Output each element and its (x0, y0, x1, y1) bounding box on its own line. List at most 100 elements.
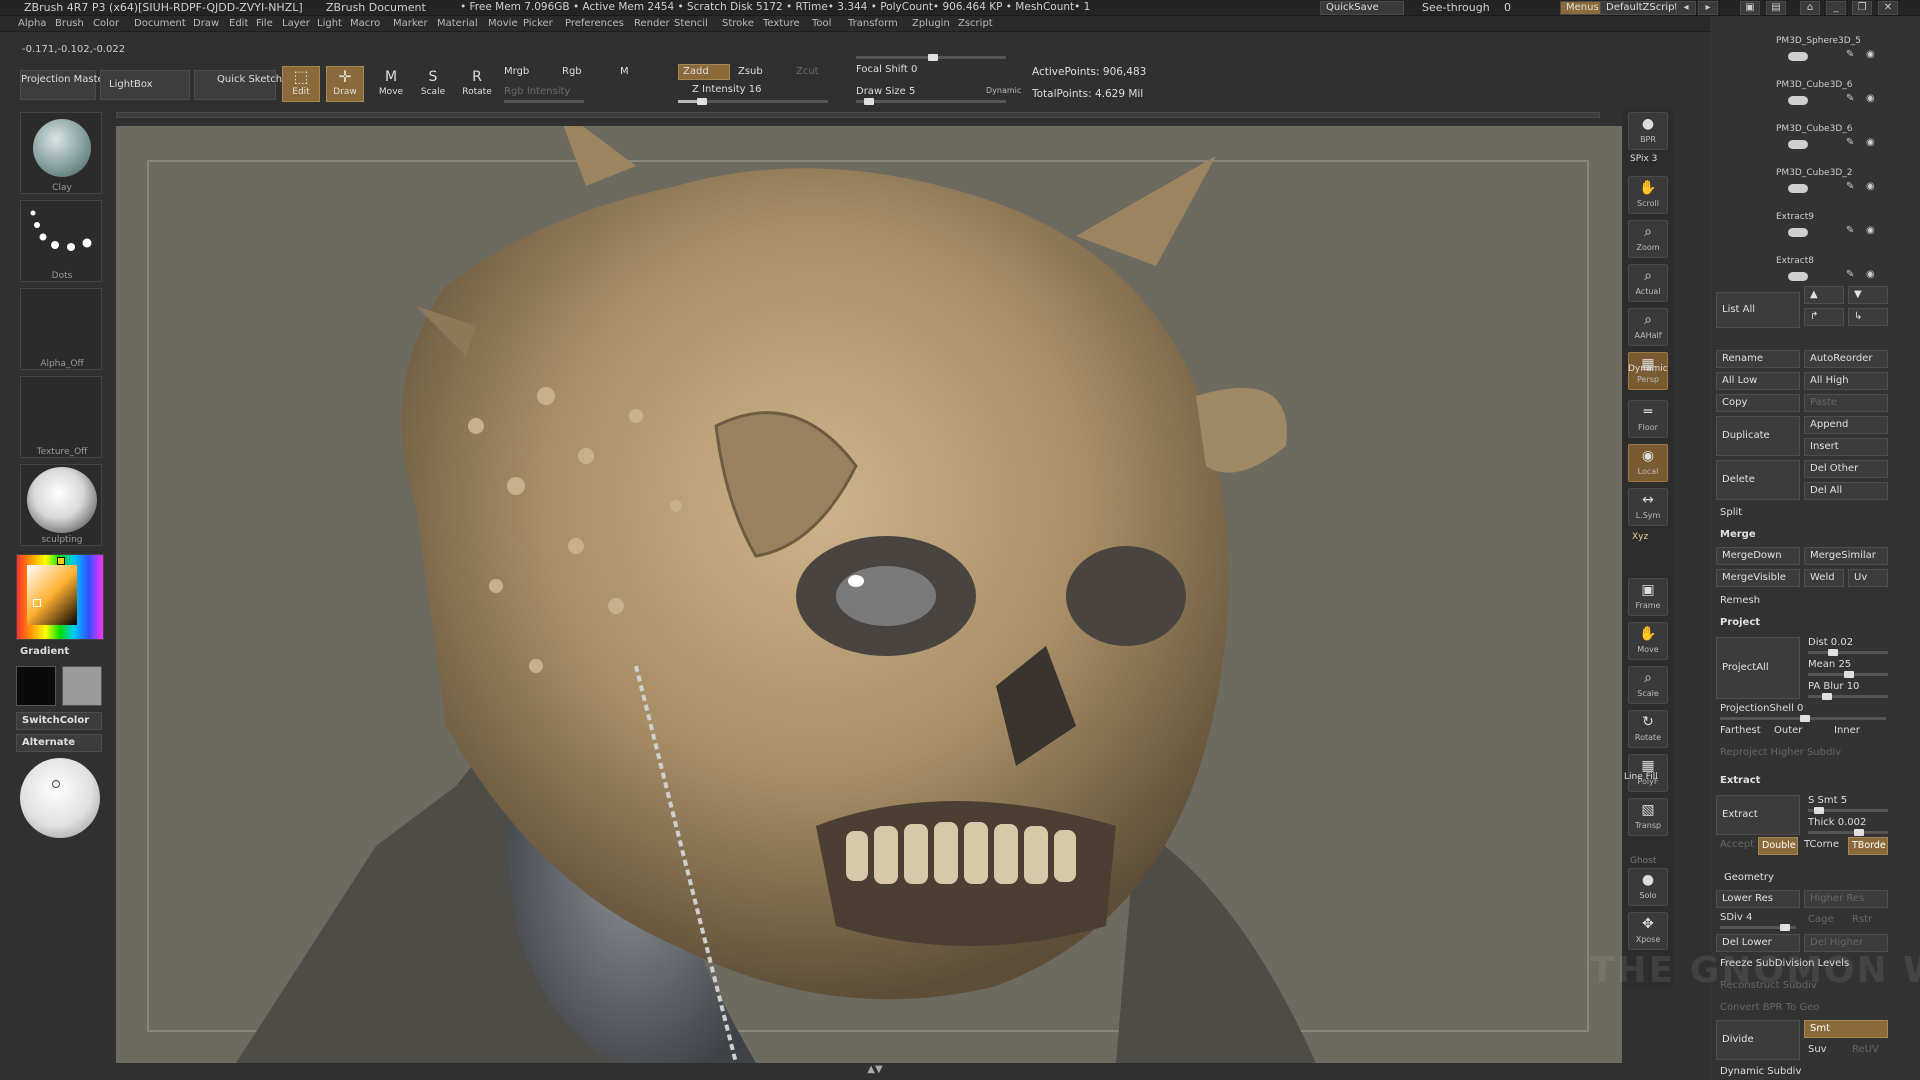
uv-button[interactable]: Uv (1848, 569, 1888, 587)
mergesimilar-button[interactable]: MergeSimilar (1804, 547, 1888, 565)
smt-toggle[interactable]: Smt (1804, 1020, 1888, 1038)
pa-blur-track[interactable] (1808, 693, 1888, 700)
cage-button[interactable]: Cage (1808, 914, 1834, 925)
main-color-swatch[interactable] (16, 666, 56, 706)
menu-file[interactable]: File (256, 18, 273, 29)
subtool-visibility-toggle[interactable] (1788, 272, 1808, 281)
dynamic-label[interactable]: Dynamic (1628, 364, 1668, 374)
higher-res-button[interactable]: Higher Res (1804, 890, 1888, 908)
switchcolor-button[interactable]: SwitchColor (16, 712, 102, 730)
bottom-tray-toggle-icon[interactable]: ▲▼ (860, 1064, 890, 1075)
focal-shift-label[interactable]: Focal Shift 0 (856, 64, 917, 75)
m-button[interactable]: M (620, 66, 629, 77)
eye-icon[interactable]: ◉ (1866, 49, 1875, 60)
aahalf-button[interactable]: ⌕ AAHalf (1628, 308, 1668, 346)
append-button[interactable]: Append (1804, 416, 1888, 434)
menus-button[interactable]: Menus (1560, 1, 1605, 15)
see-through-label[interactable]: See-through (1422, 1, 1490, 14)
alternate-button[interactable]: Alternate (16, 734, 102, 752)
solo-button[interactable]: ● Solo (1628, 868, 1668, 906)
spix-label[interactable]: SPix 3 (1630, 154, 1657, 164)
draw-size-label[interactable]: Draw Size 5 (856, 86, 915, 97)
quicksave-button[interactable]: QuickSave (1320, 1, 1404, 15)
menu-light[interactable]: Light (317, 18, 342, 29)
menu-tool[interactable]: Tool (812, 18, 831, 29)
paste-button[interactable]: Paste (1804, 394, 1888, 412)
actual-button[interactable]: ⌕ Actual (1628, 264, 1668, 302)
move-down-icon[interactable]: ▼ (1848, 286, 1888, 304)
reproject-button[interactable]: Reproject Higher Subdiv (1720, 747, 1841, 758)
reuv-toggle[interactable]: ReUV (1852, 1044, 1879, 1055)
arrow-right-icon[interactable]: ↱ (1804, 308, 1844, 326)
zcut-button[interactable]: Zcut (796, 66, 819, 77)
divide-button[interactable]: Divide (1716, 1020, 1800, 1060)
farthest-button[interactable]: Farthest (1720, 725, 1761, 736)
rotate-button[interactable]: ↻ Rotate (1628, 710, 1668, 748)
rstr-button[interactable]: Rstr (1852, 914, 1872, 925)
eye-icon[interactable]: ◉ (1866, 93, 1875, 104)
menu-preferences[interactable]: Preferences (565, 18, 624, 29)
material-thumbnail[interactable]: sculpting (20, 464, 102, 546)
brush-icon[interactable]: ✎ (1846, 93, 1854, 104)
subtool-item[interactable]: PM3D_Cube3D_6 ✎ ◉ (1716, 78, 1902, 118)
quick-sketch-button[interactable]: Quick Sketch (194, 70, 282, 100)
menu-texture[interactable]: Texture (763, 18, 800, 29)
menu-render[interactable]: Render (634, 18, 670, 29)
projection-shell-slider[interactable]: ProjectionShell 0 (1720, 703, 1803, 714)
color-square[interactable] (27, 565, 77, 625)
merge-section[interactable]: Merge (1720, 529, 1756, 540)
double-toggle[interactable]: Double (1758, 837, 1798, 855)
layout-icon[interactable]: ▣ (1740, 1, 1760, 15)
brush-icon[interactable]: ✎ (1846, 49, 1854, 60)
secondary-color-swatch[interactable] (62, 666, 102, 706)
menu-layer[interactable]: Layer (282, 18, 310, 29)
arrow-right2-icon[interactable]: ↳ (1848, 308, 1888, 326)
copy-button[interactable]: Copy (1716, 394, 1800, 412)
rgb-button[interactable]: Rgb (562, 66, 582, 77)
lower-res-button[interactable]: Lower Res (1716, 890, 1800, 908)
xpose-button[interactable]: ✥ Xpose (1628, 912, 1668, 950)
close-icon[interactable]: ✕ (1878, 1, 1898, 15)
menu-movie[interactable]: Movie (488, 18, 518, 29)
tcorne-toggle[interactable]: TCorne (1804, 839, 1839, 850)
scale-button[interactable]: S Scale (414, 66, 452, 102)
eye-icon[interactable]: ◉ (1866, 181, 1875, 192)
geometry-section[interactable]: Geometry (1724, 872, 1774, 883)
subtool-item[interactable]: PM3D_Cube3D_6 ✎ ◉ (1716, 122, 1902, 162)
minimize-icon[interactable]: _ (1826, 1, 1846, 15)
dynamic-subdiv-section[interactable]: Dynamic Subdiv (1720, 1066, 1801, 1077)
move-up-icon[interactable]: ▲ (1804, 286, 1844, 304)
document-canvas[interactable] (116, 126, 1622, 1063)
menu-edit[interactable]: Edit (229, 18, 248, 29)
menu-marker[interactable]: Marker (393, 18, 428, 29)
list-all-button[interactable]: List All (1716, 292, 1800, 328)
transp-button[interactable]: ▧ Transp (1628, 798, 1668, 836)
outer-button[interactable]: Outer (1774, 725, 1802, 736)
all-low-button[interactable]: All Low (1716, 372, 1800, 390)
convert-bpr-button[interactable]: Convert BPR To Geo (1720, 1002, 1819, 1013)
local-button[interactable]: ◉ Local (1628, 444, 1668, 482)
subtool-visibility-toggle[interactable] (1788, 96, 1808, 105)
pa-blur-slider[interactable]: PA Blur 10 (1808, 681, 1859, 692)
inner-button[interactable]: Inner (1834, 725, 1860, 736)
navigation-sphere-icon[interactable] (20, 758, 100, 838)
menu-alpha[interactable]: Alpha (18, 18, 46, 29)
subtool-item[interactable]: PM3D_Cube3D_2 ✎ ◉ (1716, 166, 1902, 206)
brush-icon[interactable]: ✎ (1846, 137, 1854, 148)
menu-zplugin[interactable]: Zplugin (912, 18, 950, 29)
brush-thumbnail[interactable]: Clay (20, 112, 102, 194)
color-marker-icon[interactable] (33, 599, 41, 607)
accept-button[interactable]: Accept (1720, 839, 1754, 850)
suv-toggle[interactable]: Suv (1808, 1044, 1827, 1055)
scale-button[interactable]: ⌕ Scale (1628, 666, 1668, 704)
projection-shell-track[interactable] (1720, 715, 1886, 722)
nav-right-icon[interactable]: ▸ (1698, 1, 1718, 15)
ghost-label[interactable]: Ghost (1630, 856, 1656, 866)
split-section[interactable]: Split (1720, 507, 1742, 518)
floor-button[interactable]: ═ Floor (1628, 400, 1668, 438)
focal-shift-slider[interactable] (856, 54, 1006, 61)
draw-button[interactable]: ✛ Draw (326, 66, 364, 102)
zadd-button[interactable]: Zadd (678, 64, 730, 80)
default-zscript-button[interactable]: DefaultZScript (1600, 1, 1685, 15)
sdiv-slider[interactable]: SDiv 4 (1720, 912, 1752, 923)
